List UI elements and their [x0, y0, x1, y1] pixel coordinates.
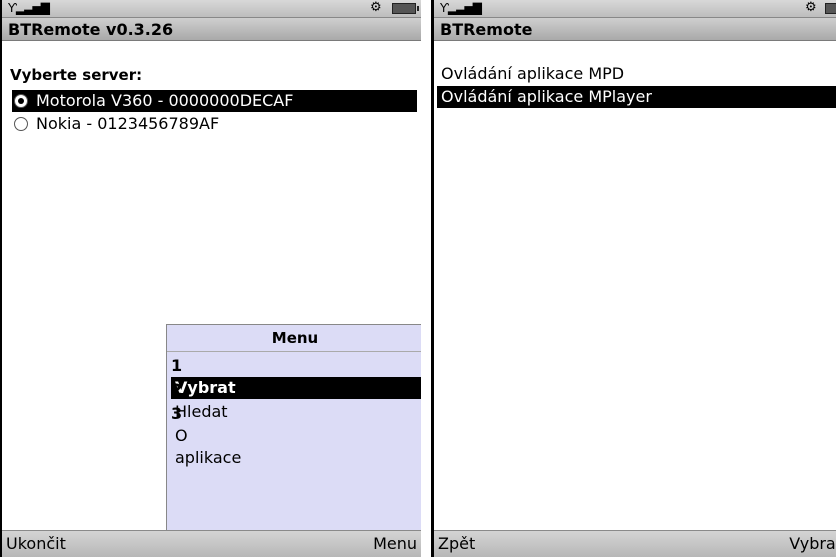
- signal-strength-icon: Ƴ▂▃▅▇: [8, 1, 50, 15]
- softkey-select[interactable]: Vybrat: [789, 531, 836, 557]
- menu-title: Menu: [167, 325, 421, 352]
- status-bar: Ƴ▂▃▅▇ ⚙: [434, 0, 836, 18]
- menu-item-o-aplikace[interactable]: 3 O aplikace: [171, 403, 421, 467]
- radio-checked-icon[interactable]: [14, 94, 28, 108]
- server-option-label: Nokia - 0123456789AF: [36, 114, 220, 133]
- list-item-mpd[interactable]: Ovládání aplikace MPD: [437, 63, 836, 85]
- server-option-nokia[interactable]: Nokia - 0123456789AF: [12, 113, 417, 135]
- server-option-motorola[interactable]: Motorola V360 - 0000000DECAF: [12, 90, 417, 112]
- menu-item-vybrat[interactable]: 1Vybrat: [171, 355, 421, 399]
- battery-icon: [392, 3, 419, 14]
- options-menu: Menu 1Vybrat 2Hledat 3 O aplikace: [166, 324, 421, 531]
- server-heading: Vyberte server:: [10, 66, 143, 84]
- right-phone-screen: Ƴ▂▃▅▇ ⚙ BTRemote Ovládání aplikace MPD O…: [431, 0, 836, 557]
- list-item-mplayer[interactable]: Ovládání aplikace MPlayer: [437, 86, 836, 108]
- signal-strength-icon: Ƴ▂▃▅▇: [440, 1, 482, 15]
- app-title: BTRemote: [434, 18, 836, 41]
- menu-item-hledat[interactable]: 2Hledat: [171, 379, 421, 421]
- menu-item-label: O aplikace: [175, 426, 242, 467]
- gear-icon: ⚙: [805, 0, 817, 15]
- softkey-menu[interactable]: Menu: [373, 531, 417, 557]
- radio-unchecked-icon[interactable]: [14, 117, 28, 131]
- softkey-bar: Ukončit Menu: [2, 530, 421, 557]
- menu-item-number: 1: [171, 356, 183, 375]
- softkey-back[interactable]: Zpět: [438, 531, 475, 557]
- menu-item-number: 2: [171, 380, 183, 399]
- softkey-bar: Zpět Vybrat: [434, 530, 836, 557]
- left-phone-screen: Ƴ▂▃▅▇ ⚙ BTRemote v0.3.26 Vyberte server:…: [0, 0, 421, 557]
- battery-icon: [825, 3, 836, 14]
- app-title: BTRemote v0.3.26: [2, 18, 421, 41]
- server-option-label: Motorola V360 - 0000000DECAF: [36, 91, 294, 110]
- softkey-exit[interactable]: Ukončit: [6, 531, 66, 557]
- gear-icon: ⚙: [370, 0, 382, 15]
- status-bar: Ƴ▂▃▅▇ ⚙: [2, 0, 421, 18]
- menu-item-number: 3: [171, 404, 183, 423]
